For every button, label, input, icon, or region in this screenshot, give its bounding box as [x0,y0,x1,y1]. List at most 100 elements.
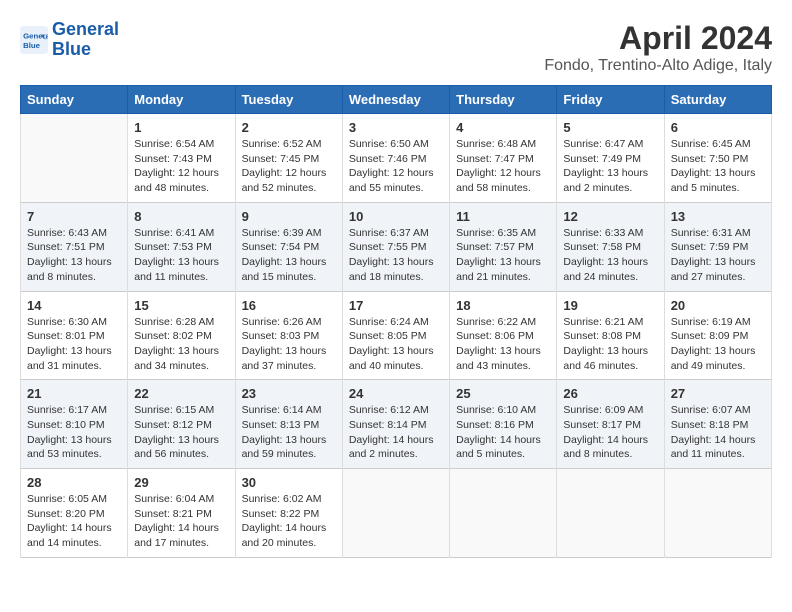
day-info: Sunrise: 6:24 AM Sunset: 8:05 PM Dayligh… [349,315,443,374]
calendar-cell-w2-d2: 9 Sunrise: 6:39 AM Sunset: 7:54 PM Daylig… [235,202,342,291]
calendar-cell-w4-d4: 25 Sunrise: 6:10 AM Sunset: 8:16 PM Dayli… [450,380,557,469]
calendar-cell-w3-d4: 18 Sunrise: 6:22 AM Sunset: 8:06 PM Dayli… [450,291,557,380]
day-info: Sunrise: 6:41 AM Sunset: 7:53 PM Dayligh… [134,226,228,285]
week-row-3: 14 Sunrise: 6:30 AM Sunset: 8:01 PM Dayli… [21,291,772,380]
calendar-cell-w3-d5: 19Sunrise: 6:21 AM Sunset: 8:08 PM Dayli… [557,291,664,380]
calendar-cell-w1-d6: 6 Sunrise: 6:45 AM Sunset: 7:50 PM Daylig… [664,114,771,203]
day-number: 10 [349,209,443,224]
day-number: 28 [27,475,121,490]
day-number: 3 [349,120,443,135]
day-info: Sunrise: 6:14 AM Sunset: 8:13 PM Dayligh… [242,403,336,462]
page-header: General Blue GeneralBlue April 2024 Fond… [20,20,772,75]
day-info: Sunrise: 6:54 AM Sunset: 7:43 PM Dayligh… [134,137,228,196]
title-block: April 2024 Fondo, Trentino-Alto Adige, I… [544,20,772,75]
calendar-cell-w3-d6: 20 Sunrise: 6:19 AM Sunset: 8:09 PM Dayli… [664,291,771,380]
calendar-cell-w2-d4: 11 Sunrise: 6:35 AM Sunset: 7:57 PM Dayli… [450,202,557,291]
calendar-cell-w2-d1: 8 Sunrise: 6:41 AM Sunset: 7:53 PM Daylig… [128,202,235,291]
day-info: Sunrise: 6:28 AM Sunset: 8:02 PM Dayligh… [134,315,228,374]
calendar-cell-w1-d2: 2Sunrise: 6:52 AM Sunset: 7:45 PM Daylig… [235,114,342,203]
calendar-cell-w3-d0: 14 Sunrise: 6:30 AM Sunset: 8:01 PM Dayli… [21,291,128,380]
calendar-cell-w3-d1: 15Sunrise: 6:28 AM Sunset: 8:02 PM Dayli… [128,291,235,380]
calendar-cell-w5-d2: 30 Sunrise: 6:02 AM Sunset: 8:22 PM Dayli… [235,469,342,558]
day-number: 21 [27,386,121,401]
day-number: 18 [456,298,550,313]
header-monday: Monday [128,86,235,114]
day-info: Sunrise: 6:43 AM Sunset: 7:51 PM Dayligh… [27,226,121,285]
day-info: Sunrise: 6:02 AM Sunset: 8:22 PM Dayligh… [242,492,336,551]
day-number: 29 [134,475,228,490]
calendar-cell-w1-d1: 1 Sunrise: 6:54 AM Sunset: 7:43 PM Daylig… [128,114,235,203]
day-number: 17 [349,298,443,313]
day-number: 13 [671,209,765,224]
day-info: Sunrise: 6:10 AM Sunset: 8:16 PM Dayligh… [456,403,550,462]
header-sunday: Sunday [21,86,128,114]
day-info: Sunrise: 6:35 AM Sunset: 7:57 PM Dayligh… [456,226,550,285]
calendar-header-row: Sunday Monday Tuesday Wednesday Thursday… [21,86,772,114]
day-number: 25 [456,386,550,401]
calendar-cell-w4-d5: 26 Sunrise: 6:09 AM Sunset: 8:17 PM Dayli… [557,380,664,469]
day-info: Sunrise: 6:22 AM Sunset: 8:06 PM Dayligh… [456,315,550,374]
day-info: Sunrise: 6:05 AM Sunset: 8:20 PM Dayligh… [27,492,121,551]
logo-text: GeneralBlue [52,20,119,60]
calendar-cell-w5-d4 [450,469,557,558]
day-info: Sunrise: 6:04 AM Sunset: 8:21 PM Dayligh… [134,492,228,551]
calendar-cell-w5-d6 [664,469,771,558]
day-number: 6 [671,120,765,135]
day-number: 27 [671,386,765,401]
calendar-cell-w4-d1: 22Sunrise: 6:15 AM Sunset: 8:12 PM Dayli… [128,380,235,469]
week-row-1: 1 Sunrise: 6:54 AM Sunset: 7:43 PM Daylig… [21,114,772,203]
day-info: Sunrise: 6:07 AM Sunset: 8:18 PM Dayligh… [671,403,765,462]
calendar-cell-w5-d5 [557,469,664,558]
day-info: Sunrise: 6:45 AM Sunset: 7:50 PM Dayligh… [671,137,765,196]
header-wednesday: Wednesday [342,86,449,114]
day-info: Sunrise: 6:50 AM Sunset: 7:46 PM Dayligh… [349,137,443,196]
calendar-cell-w5-d0: 28 Sunrise: 6:05 AM Sunset: 8:20 PM Dayli… [21,469,128,558]
calendar-cell-w1-d3: 3 Sunrise: 6:50 AM Sunset: 7:46 PM Daylig… [342,114,449,203]
day-number: 30 [242,475,336,490]
svg-text:Blue: Blue [23,41,41,50]
day-number: 1 [134,120,228,135]
calendar-cell-w3-d2: 16 Sunrise: 6:26 AM Sunset: 8:03 PM Dayli… [235,291,342,380]
day-info: Sunrise: 6:33 AM Sunset: 7:58 PM Dayligh… [563,226,657,285]
day-number: 2 [242,120,336,135]
page-subtitle: Fondo, Trentino-Alto Adige, Italy [544,57,772,75]
day-number: 23 [242,386,336,401]
day-number: 8 [134,209,228,224]
header-friday: Friday [557,86,664,114]
day-number: 12 [563,209,657,224]
day-number: 7 [27,209,121,224]
week-row-2: 7 Sunrise: 6:43 AM Sunset: 7:51 PM Daylig… [21,202,772,291]
calendar-cell-w3-d3: 17 Sunrise: 6:24 AM Sunset: 8:05 PM Dayli… [342,291,449,380]
day-info: Sunrise: 6:26 AM Sunset: 8:03 PM Dayligh… [242,315,336,374]
calendar-cell-w5-d3 [342,469,449,558]
calendar-cell-w1-d0 [21,114,128,203]
calendar-cell-w2-d5: 12 Sunrise: 6:33 AM Sunset: 7:58 PM Dayli… [557,202,664,291]
day-info: Sunrise: 6:47 AM Sunset: 7:49 PM Dayligh… [563,137,657,196]
day-number: 16 [242,298,336,313]
day-number: 20 [671,298,765,313]
day-info: Sunrise: 6:31 AM Sunset: 7:59 PM Dayligh… [671,226,765,285]
calendar-cell-w1-d4: 4Sunrise: 6:48 AM Sunset: 7:47 PM Daylig… [450,114,557,203]
calendar-cell-w4-d6: 27 Sunrise: 6:07 AM Sunset: 8:18 PM Dayli… [664,380,771,469]
week-row-5: 28 Sunrise: 6:05 AM Sunset: 8:20 PM Dayli… [21,469,772,558]
calendar-cell-w4-d0: 21Sunrise: 6:17 AM Sunset: 8:10 PM Dayli… [21,380,128,469]
day-number: 4 [456,120,550,135]
day-info: Sunrise: 6:12 AM Sunset: 8:14 PM Dayligh… [349,403,443,462]
header-thursday: Thursday [450,86,557,114]
day-info: Sunrise: 6:39 AM Sunset: 7:54 PM Dayligh… [242,226,336,285]
calendar-cell-w5-d1: 29 Sunrise: 6:04 AM Sunset: 8:21 PM Dayli… [128,469,235,558]
day-info: Sunrise: 6:30 AM Sunset: 8:01 PM Dayligh… [27,315,121,374]
day-number: 9 [242,209,336,224]
day-number: 22 [134,386,228,401]
calendar-cell-w2-d6: 13 Sunrise: 6:31 AM Sunset: 7:59 PM Dayli… [664,202,771,291]
calendar-cell-w4-d3: 24Sunrise: 6:12 AM Sunset: 8:14 PM Dayli… [342,380,449,469]
svg-text:General: General [23,31,48,40]
week-row-4: 21Sunrise: 6:17 AM Sunset: 8:10 PM Dayli… [21,380,772,469]
day-number: 14 [27,298,121,313]
day-number: 11 [456,209,550,224]
day-info: Sunrise: 6:09 AM Sunset: 8:17 PM Dayligh… [563,403,657,462]
day-number: 26 [563,386,657,401]
day-info: Sunrise: 6:19 AM Sunset: 8:09 PM Dayligh… [671,315,765,374]
day-number: 19 [563,298,657,313]
day-number: 5 [563,120,657,135]
